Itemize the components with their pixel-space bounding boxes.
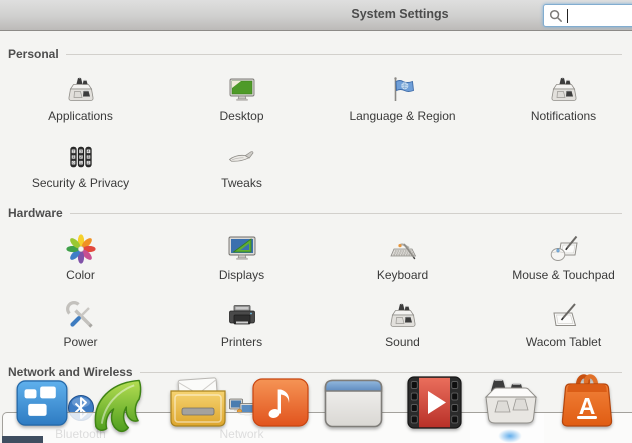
settings-item-mouse-touchpad[interactable]: Mouse & Touchpad — [483, 233, 632, 282]
keyboard-icon — [387, 233, 419, 265]
svg-text:3: 3 — [80, 149, 82, 153]
section-rule — [140, 372, 622, 373]
text-cursor — [567, 9, 568, 23]
section-header-personal: Personal — [8, 47, 622, 62]
system-settings-screen: System Settings Personal — [0, 0, 632, 443]
notifications-icon — [548, 74, 580, 106]
tweaks-icon — [226, 141, 258, 173]
svg-text:4: 4 — [87, 149, 89, 153]
multitasking-icon[interactable] — [16, 380, 68, 426]
color-icon — [65, 233, 97, 265]
svg-text:0: 0 — [72, 161, 74, 165]
item-label: Mouse & Touchpad — [512, 268, 615, 282]
security-privacy-icon: 2 1 0 3 2 1 4 3 2 — [65, 141, 97, 173]
section-header-hardware: Hardware — [8, 206, 622, 221]
settings-item-applications[interactable]: Applications — [0, 74, 161, 123]
settings-item-language-region[interactable]: Language & Region — [322, 74, 483, 123]
settings-item-sound[interactable]: Sound — [322, 300, 483, 349]
settings-item-desktop[interactable]: Desktop — [161, 74, 322, 123]
settings-item-keyboard[interactable]: Keyboard — [322, 233, 483, 282]
svg-text:2: 2 — [80, 155, 82, 159]
mail-icon[interactable] — [169, 377, 227, 428]
section-rule — [66, 54, 622, 55]
item-label: Notifications — [531, 109, 596, 123]
settings-item-security-privacy[interactable]: 2 1 0 3 2 1 4 3 2 — [0, 141, 161, 190]
background-window-fragment — [2, 436, 43, 443]
videos-icon[interactable] — [406, 376, 463, 429]
personal-grid: Applications Desktop — [0, 74, 632, 190]
mouse-touchpad-icon — [548, 233, 580, 265]
settings-item-notifications[interactable]: Notifications — [483, 74, 632, 123]
search-icon — [549, 9, 563, 23]
settings-item-tweaks[interactable]: Tweaks — [161, 141, 322, 190]
svg-text:2: 2 — [72, 149, 74, 153]
hardware-grid: Color Displays — [0, 233, 632, 349]
item-label: Tweaks — [221, 176, 262, 190]
item-label: Power — [63, 335, 97, 349]
section-label: Hardware — [8, 206, 63, 221]
window-title: System Settings — [300, 7, 500, 21]
svg-text:3: 3 — [87, 155, 89, 159]
appcenter-icon[interactable]: A — [557, 369, 617, 428]
item-label: Desktop — [219, 109, 263, 123]
settings-item-color[interactable]: Color — [0, 233, 161, 282]
web-browser-leaf-icon[interactable] — [90, 377, 145, 433]
item-label: Security & Privacy — [32, 176, 129, 190]
item-label: Applications — [48, 109, 113, 123]
power-icon — [65, 300, 97, 332]
wacom-tablet-icon — [548, 300, 580, 332]
item-label: Language & Region — [349, 109, 455, 123]
language-region-icon — [387, 74, 419, 106]
section-label: Personal — [8, 47, 59, 62]
displays-icon — [226, 233, 258, 265]
applications-icon — [65, 74, 97, 106]
item-label: Color — [66, 268, 95, 282]
settings-item-power[interactable]: Power — [0, 300, 161, 349]
app-window-icon[interactable] — [324, 379, 383, 428]
printers-icon — [226, 300, 258, 332]
search-input[interactable] — [543, 4, 632, 27]
dock-running-indicator — [498, 429, 522, 443]
system-settings-icon[interactable] — [481, 376, 541, 429]
item-label: Wacom Tablet — [526, 335, 601, 349]
item-label: Printers — [221, 335, 262, 349]
item-label: Keyboard — [377, 268, 428, 282]
sound-icon — [387, 300, 419, 332]
settings-item-printers[interactable]: Printers — [161, 300, 322, 349]
item-label: Displays — [219, 268, 264, 282]
desktop-icon — [226, 74, 258, 106]
svg-text:1: 1 — [72, 155, 74, 159]
music-icon[interactable] — [252, 378, 309, 427]
svg-text:1: 1 — [80, 161, 82, 165]
settings-content: Personal Applications — [0, 0, 632, 441]
settings-item-displays[interactable]: Displays — [161, 233, 322, 282]
svg-text:2: 2 — [87, 161, 89, 165]
settings-item-wacom-tablet[interactable]: Wacom Tablet — [483, 300, 632, 349]
section-rule — [70, 213, 622, 214]
svg-text:A: A — [579, 393, 596, 419]
item-label: Sound — [385, 335, 420, 349]
titlebar[interactable]: System Settings — [0, 0, 632, 31]
